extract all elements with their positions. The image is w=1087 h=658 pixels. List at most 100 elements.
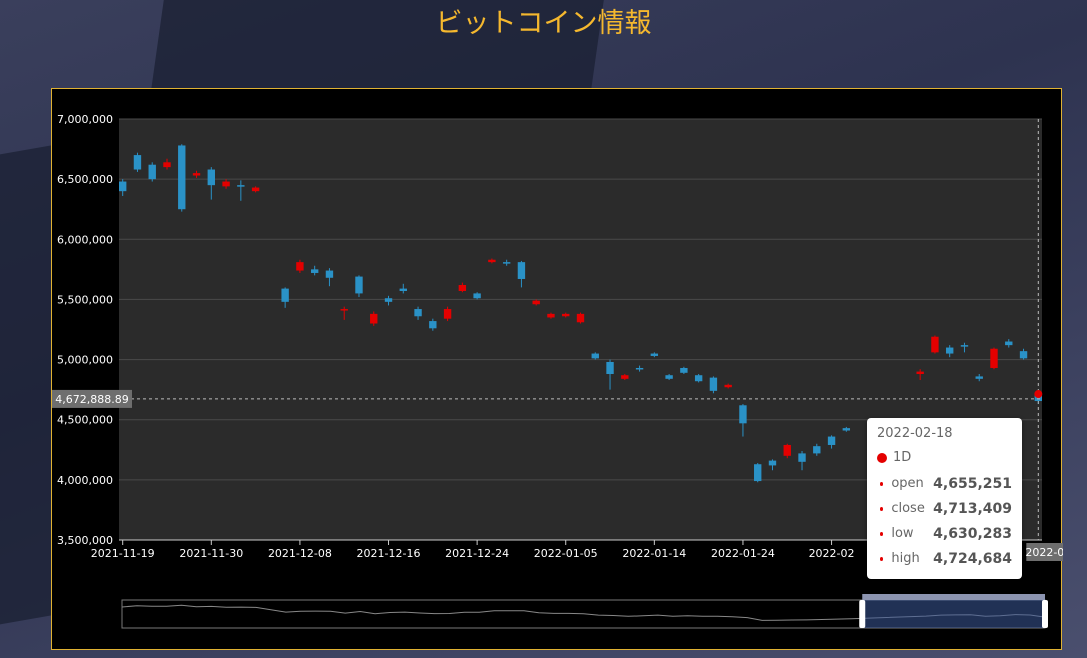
x-tick-label: 2021-12-24 bbox=[445, 547, 509, 560]
candle-body[interactable] bbox=[296, 262, 304, 271]
candle-body[interactable] bbox=[990, 348, 998, 368]
hover-point bbox=[1034, 390, 1043, 399]
bullet-dot-icon bbox=[880, 531, 884, 536]
bullet-dot-icon bbox=[880, 481, 884, 486]
x-tick-label: 2022-01-14 bbox=[622, 547, 686, 560]
candle-body[interactable] bbox=[502, 262, 511, 264]
candle-body[interactable] bbox=[429, 321, 437, 329]
y-tick-label: 4,500,000 bbox=[57, 414, 113, 427]
tooltip-row-close: close 4,713,409 bbox=[877, 496, 1012, 521]
y-tick-label: 5,000,000 bbox=[57, 354, 113, 367]
candle-body[interactable] bbox=[650, 353, 659, 356]
tooltip-value: 4,655,251 bbox=[933, 475, 1012, 492]
chart-tooltip: 2022-02-18 1D open 4,655,251 close 4,713… bbox=[867, 418, 1022, 579]
candle-body[interactable] bbox=[355, 276, 363, 294]
candle-body[interactable] bbox=[946, 347, 954, 354]
candle-body[interactable] bbox=[133, 155, 142, 170]
candle-body[interactable] bbox=[562, 313, 570, 317]
x-tick-label: 2021-11-30 bbox=[179, 547, 243, 560]
candle-body[interactable] bbox=[635, 367, 644, 370]
candle-body[interactable] bbox=[842, 428, 851, 431]
candle-body[interactable] bbox=[178, 145, 186, 210]
y-tick-label: 5,500,000 bbox=[57, 293, 113, 306]
y-tick-label: 6,000,000 bbox=[57, 233, 113, 246]
tooltip-row-open: open 4,655,251 bbox=[877, 471, 1012, 496]
candle-body[interactable] bbox=[532, 300, 540, 305]
tooltip-row-high: high 4,724,684 bbox=[877, 546, 1012, 571]
zoom-slider-selection[interactable] bbox=[862, 600, 1045, 628]
tooltip-value: 4,713,409 bbox=[933, 500, 1012, 517]
candle-body[interactable] bbox=[458, 284, 467, 292]
candle-body[interactable] bbox=[192, 173, 201, 176]
tooltip-date: 2022-02-18 bbox=[877, 426, 953, 441]
x-tick-label: 2022-01-24 bbox=[711, 547, 775, 560]
candle-body[interactable] bbox=[783, 444, 791, 456]
candle-body[interactable] bbox=[310, 269, 319, 273]
candle-body[interactable] bbox=[754, 464, 762, 482]
crosshair-y-label: 4,672,888.89 bbox=[55, 393, 128, 406]
crosshair-x-label: 2022-02-18 bbox=[1025, 546, 1063, 559]
x-tick-label: 2021-12-08 bbox=[268, 547, 332, 560]
candle-body[interactable] bbox=[384, 298, 393, 302]
candle-body[interactable] bbox=[709, 377, 718, 391]
candle-body[interactable] bbox=[281, 288, 289, 302]
tooltip-value: 4,724,684 bbox=[933, 550, 1012, 567]
candle-body[interactable] bbox=[960, 345, 969, 347]
tooltip-series-name: 1D bbox=[893, 450, 912, 465]
tooltip-label: high bbox=[891, 551, 920, 566]
zoom-slider-right-handle[interactable] bbox=[1042, 600, 1048, 628]
y-tick-label: 4,000,000 bbox=[57, 474, 113, 487]
candle-body[interactable] bbox=[399, 288, 407, 292]
candle-body[interactable] bbox=[680, 367, 688, 373]
candle-body[interactable] bbox=[606, 361, 614, 375]
candle-body[interactable] bbox=[931, 336, 939, 353]
candle-body[interactable] bbox=[207, 169, 215, 186]
y-tick-label: 3,500,000 bbox=[57, 534, 113, 547]
candle-body[interactable] bbox=[694, 375, 703, 382]
zoom-slider-move-handle[interactable] bbox=[862, 594, 1045, 600]
candlestick-chart-panel[interactable]: 3,500,000 4,000,000 4,500,000 5,000,000 5,50… bbox=[51, 88, 1063, 650]
candle-body[interactable] bbox=[119, 181, 127, 192]
candle-body[interactable] bbox=[724, 384, 732, 388]
candle-body[interactable] bbox=[340, 309, 348, 311]
candle-body[interactable] bbox=[443, 309, 452, 319]
candle-body[interactable] bbox=[768, 460, 777, 466]
candle-body[interactable] bbox=[488, 259, 496, 263]
bullet-dot-icon bbox=[880, 556, 884, 561]
candle-body[interactable] bbox=[916, 371, 924, 375]
candle-body[interactable] bbox=[237, 185, 245, 187]
tooltip-row-low: low 4,630,283 bbox=[877, 521, 1012, 546]
candle-body[interactable] bbox=[473, 293, 481, 299]
candle-body[interactable] bbox=[1005, 341, 1013, 346]
candle-body[interactable] bbox=[547, 313, 555, 318]
x-tick-label: 2021-11-19 bbox=[91, 547, 155, 560]
candle-body[interactable] bbox=[517, 262, 526, 279]
candle-body[interactable] bbox=[665, 375, 673, 379]
candle-body[interactable] bbox=[370, 313, 378, 324]
candle-body[interactable] bbox=[325, 270, 334, 278]
candle-body[interactable] bbox=[163, 162, 171, 168]
candle-body[interactable] bbox=[798, 453, 806, 462]
tooltip-label: close bbox=[891, 501, 925, 516]
tooltip-value: 4,630,283 bbox=[933, 525, 1012, 542]
y-tick-label: 7,000,000 bbox=[57, 113, 113, 126]
zoom-slider-left-handle[interactable] bbox=[859, 600, 866, 628]
candle-body[interactable] bbox=[621, 375, 629, 379]
candle-body[interactable] bbox=[975, 376, 983, 379]
candle-body[interactable] bbox=[576, 313, 585, 323]
candle-body[interactable] bbox=[222, 181, 230, 187]
tooltip-label: open bbox=[891, 476, 924, 491]
x-tick-label: 2022-02 bbox=[809, 547, 855, 560]
candle-body[interactable] bbox=[827, 436, 836, 445]
page-title: ビットコイン情報 bbox=[435, 8, 652, 39]
tooltip-series: 1D bbox=[877, 450, 1012, 465]
candle-body[interactable] bbox=[414, 309, 422, 317]
candle-body[interactable] bbox=[813, 446, 821, 454]
candle-body[interactable] bbox=[251, 187, 260, 192]
series-dot-icon bbox=[877, 452, 887, 463]
candle-body[interactable] bbox=[1019, 351, 1028, 359]
y-tick-label: 6,500,000 bbox=[57, 173, 113, 186]
candle-body[interactable] bbox=[148, 164, 156, 180]
candle-body[interactable] bbox=[591, 353, 599, 359]
candle-body[interactable] bbox=[739, 405, 747, 424]
